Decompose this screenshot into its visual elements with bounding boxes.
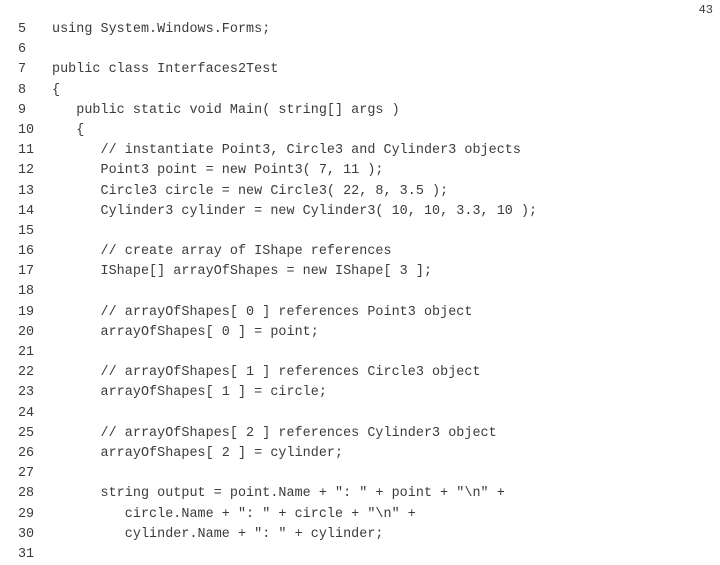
code-line-number: 30 — [18, 526, 35, 542]
code-line-number: 22 — [18, 365, 35, 381]
slide-canvas: 43 5 using System.Windows.Forms; 6 7 public … — [0, 0, 720, 562]
code-line-number: 26 — [18, 445, 35, 461]
code-line-number: 16 — [18, 244, 35, 260]
code-line: 22 // arrayOfShapes[ 1 ] references Circ… — [0, 363, 720, 383]
code-line: 9 public static void Main( string[] args… — [0, 101, 720, 121]
code-line: 10 { — [0, 121, 720, 141]
code-line: 14 Cylinder3 cylinder = new Cylinder3( 1… — [0, 202, 720, 222]
code-line: 12 Point3 point = new Point3( 7, 11 ); — [0, 161, 720, 181]
code-line-number: 11 — [18, 143, 35, 159]
code-line: 13 Circle3 circle = new Circle3( 22, 8, … — [0, 182, 720, 202]
code-line-number: 20 — [18, 324, 35, 340]
code-line-text: arrayOfShapes[ 0 ] = point; — [52, 324, 319, 340]
code-line-number: 29 — [18, 506, 35, 522]
code-line: 5 using System.Windows.Forms; — [0, 20, 720, 40]
code-line-number: 5 — [18, 22, 27, 37]
code-line: 28 string output = point.Name + ": " + p… — [0, 484, 720, 504]
code-line-number: 13 — [18, 183, 35, 199]
code-line: 29 circle.Name + ": " + circle + "\n" + — [0, 505, 720, 525]
code-line-number: 10 — [18, 122, 35, 138]
code-line-number: 31 — [18, 546, 35, 562]
code-line: 6 — [0, 40, 720, 60]
code-line: 8{ — [0, 81, 720, 101]
code-line-text: string output = point.Name + ": " + poin… — [52, 486, 505, 502]
code-line-text: Cylinder3 cylinder = new Cylinder3( 10, … — [52, 203, 538, 219]
code-line-number: 9 — [18, 102, 27, 118]
code-line: 20 arrayOfShapes[ 0 ] = point; — [0, 323, 720, 343]
code-line: 30 cylinder.Name + ": " + cylinder; — [0, 525, 720, 545]
code-line-text: // create array of IShape references — [52, 244, 392, 260]
code-line-text: Circle3 circle = new Circle3( 22, 8, 3.5… — [52, 183, 449, 199]
code-line: 24 — [0, 404, 720, 424]
code-line-number: 14 — [18, 203, 35, 219]
code-line-text: arrayOfShapes[ 1 ] = circle; — [52, 385, 327, 401]
code-line-text: public class Interfaces2Test — [52, 62, 279, 78]
page-number: 43 — [698, 3, 713, 17]
code-line: 26 arrayOfShapes[ 2 ] = cylinder; — [0, 444, 720, 464]
code-line-text: // instantiate Point3, Circle3 and Cylin… — [52, 143, 521, 159]
code-line-number: 12 — [18, 163, 35, 179]
code-line-text: public static void Main( string[] args ) — [52, 102, 400, 118]
code-line-text: // arrayOfShapes[ 0 ] references Point3 … — [52, 304, 473, 320]
code-line-number: 24 — [18, 405, 35, 421]
code-line-text: arrayOfShapes[ 2 ] = cylinder; — [52, 445, 344, 461]
code-line-text: using System.Windows.Forms; — [52, 22, 271, 37]
code-line-text: { — [52, 122, 85, 138]
code-line: 19 // arrayOfShapes[ 0 ] references Poin… — [0, 303, 720, 323]
code-line-number: 19 — [18, 304, 35, 320]
code-line-number: 27 — [18, 466, 35, 482]
code-line: 15 — [0, 222, 720, 242]
code-line: 27 — [0, 464, 720, 484]
code-listing: 5 using System.Windows.Forms; 6 7 public cla… — [0, 20, 720, 565]
code-line-text: // arrayOfShapes[ 2 ] references Cylinde… — [52, 425, 497, 441]
code-line: 17 IShape[] arrayOfShapes = new IShape[ … — [0, 262, 720, 282]
code-line-number: 6 — [18, 42, 27, 58]
code-line-number: 17 — [18, 264, 35, 280]
code-line: 25 // arrayOfShapes[ 2 ] references Cyli… — [0, 424, 720, 444]
code-line-text: cylinder.Name + ": " + cylinder; — [52, 526, 384, 542]
code-line-text: // arrayOfShapes[ 1 ] references Circle3… — [52, 365, 481, 381]
code-line-number: 15 — [18, 223, 35, 239]
code-line: 16 // create array of IShape references — [0, 242, 720, 262]
code-line: 21 — [0, 343, 720, 363]
code-line: 18 — [0, 282, 720, 302]
code-line-number: 7 — [18, 62, 27, 78]
code-line-text: { — [52, 82, 61, 98]
code-line-number: 25 — [18, 425, 35, 441]
code-line-text: IShape[] arrayOfShapes = new IShape[ 3 ]… — [52, 264, 433, 280]
code-line: 31 — [0, 545, 720, 565]
code-line: 11 // instantiate Point3, Circle3 and Cy… — [0, 141, 720, 161]
code-line: 23 arrayOfShapes[ 1 ] = circle; — [0, 383, 720, 403]
code-line-text: circle.Name + ": " + circle + "\n" + — [52, 506, 416, 522]
code-line-number: 28 — [18, 486, 35, 502]
code-line-text: Point3 point = new Point3( 7, 11 ); — [52, 163, 384, 179]
code-line-number: 8 — [18, 82, 27, 98]
code-line: 7 public class Interfaces2Test — [0, 60, 720, 80]
code-line-number: 18 — [18, 284, 35, 300]
code-line-number: 23 — [18, 385, 35, 401]
code-line-number: 21 — [18, 345, 35, 360]
